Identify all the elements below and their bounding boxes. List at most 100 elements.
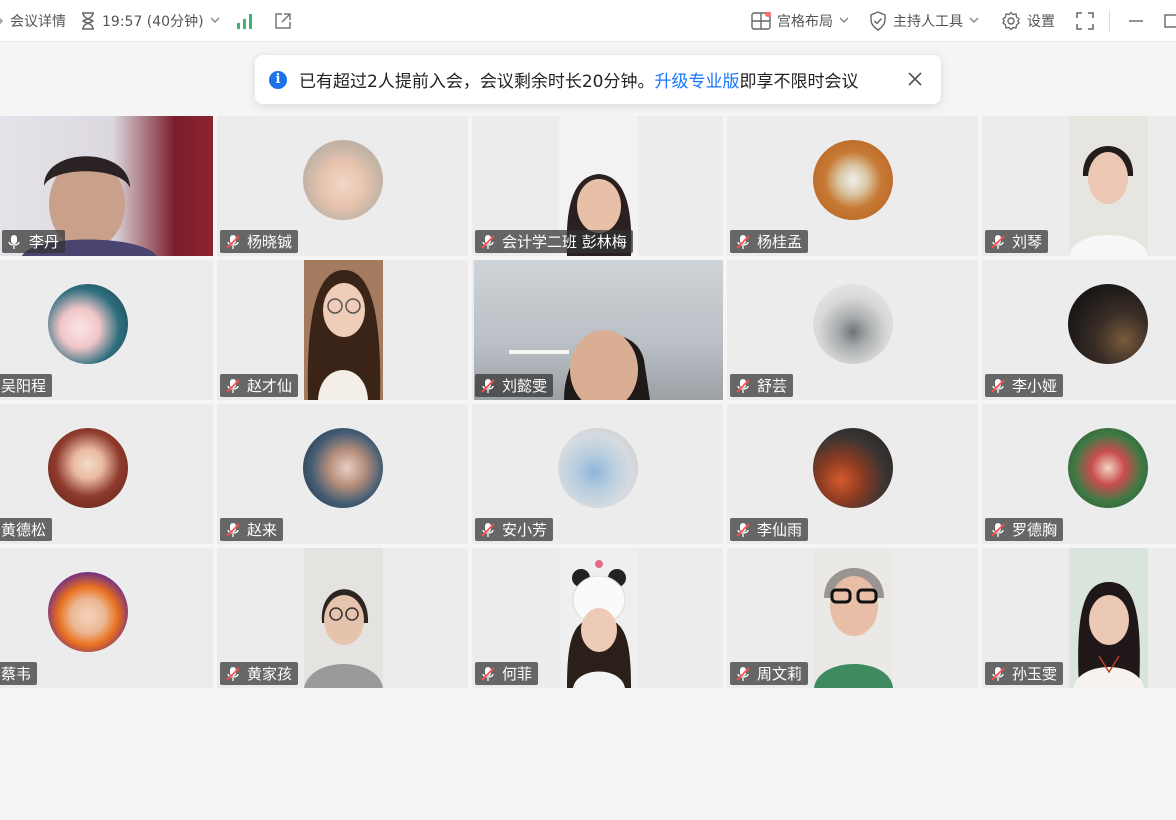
participant-tile[interactable]: 蔡韦 <box>0 548 213 688</box>
participant-avatar <box>813 428 893 508</box>
participant-name-tag: 蔡韦 <box>0 662 38 685</box>
participant-avatar <box>813 284 893 364</box>
close-notice-button[interactable] <box>905 69 925 89</box>
participant-avatar <box>48 428 128 508</box>
participant-name: 李仙雨 <box>757 521 803 539</box>
participant-tile[interactable]: 周文莉 <box>727 548 978 688</box>
participant-name-tag: 何菲 <box>475 662 539 685</box>
participant-name-tag: 李丹 <box>2 230 66 253</box>
muted-mic-icon <box>735 522 751 538</box>
host-tools-label: 主持人工具 <box>893 13 963 30</box>
participant-name-tag: 舒芸 <box>730 374 794 397</box>
muted-mic-icon <box>990 378 1006 394</box>
participant-video <box>814 548 893 688</box>
chevron-down-icon <box>210 14 220 27</box>
participant-tile[interactable]: 杨桂孟 <box>727 116 978 256</box>
participant-tile[interactable]: 安小芳 <box>472 404 723 544</box>
fullscreen-icon <box>1075 11 1095 31</box>
participant-name-tag: 刘琴 <box>985 230 1049 253</box>
timer-label: 19:57 (40分钟) <box>102 13 204 30</box>
participant-avatar <box>48 572 128 652</box>
muted-mic-icon <box>480 522 496 538</box>
shield-check-icon <box>869 10 887 31</box>
settings-label: 设置 <box>1027 13 1055 30</box>
participant-name: 孙玉雯 <box>1012 665 1058 683</box>
chevron-down-icon <box>839 14 849 27</box>
muted-mic-icon <box>990 666 1006 682</box>
share-meeting-button[interactable] <box>274 0 292 42</box>
meeting-details-button[interactable]: 会议详情 <box>0 0 66 42</box>
participant-name-tag: 周文莉 <box>730 662 809 685</box>
participant-name-tag: 李仙雨 <box>730 518 809 541</box>
participant-tile[interactable]: 黄德松 <box>0 404 213 544</box>
muted-mic-icon <box>480 378 496 394</box>
participant-tile[interactable]: 罗德胸 <box>982 404 1176 544</box>
participant-name: 杨晓铖 <box>247 233 293 251</box>
participant-name-tag: 刘懿雯 <box>475 374 554 397</box>
participant-avatar <box>558 428 638 508</box>
muted-mic-icon <box>735 378 751 394</box>
participant-tile[interactable]: 吴阳程 <box>0 260 213 400</box>
meeting-details-label: 会议详情 <box>10 13 66 30</box>
participant-tile[interactable]: 孙玉雯 <box>982 548 1176 688</box>
muted-mic-icon <box>480 666 496 682</box>
participant-tile[interactable]: 杨晓铖 <box>217 116 468 256</box>
notice-text: 已有超过2人提前入会，会议剩余时长20分钟。 <box>299 72 655 92</box>
notice-text-suffix: 即享不限时会议 <box>739 72 859 92</box>
external-link-icon <box>274 12 292 30</box>
microphone-icon <box>7 234 23 250</box>
participant-tile[interactable]: 李丹 <box>0 116 213 256</box>
participant-name: 吴阳程 <box>1 377 47 395</box>
close-icon <box>908 72 922 86</box>
participant-name-tag: 黄德松 <box>0 518 53 541</box>
participant-tile[interactable]: 李仙雨 <box>727 404 978 544</box>
participant-name: 罗德胸 <box>1012 521 1058 539</box>
host-tools-button[interactable]: 主持人工具 <box>869 0 979 42</box>
muted-mic-icon <box>735 666 751 682</box>
participant-tile[interactable]: 刘琴 <box>982 116 1176 256</box>
participant-name-tag: 会计学二班 彭林梅 <box>475 230 633 253</box>
participant-tile[interactable]: 黄家孩 <box>217 548 468 688</box>
signal-bars-icon <box>236 13 254 29</box>
maximize-icon <box>1164 13 1176 29</box>
participant-name: 杨桂孟 <box>757 233 803 251</box>
settings-button[interactable]: 设置 <box>1001 0 1055 42</box>
muted-mic-icon <box>990 234 1006 250</box>
participant-tile[interactable]: 李小娅 <box>982 260 1176 400</box>
participant-tile[interactable]: 赵来 <box>217 404 468 544</box>
info-icon: i <box>269 70 287 89</box>
upgrade-pro-link[interactable]: 升级专业版 <box>654 67 739 92</box>
top-toolbar: 会议详情 19:57 (40分钟) 宫格布局 主持人工具 设置 <box>0 0 1176 42</box>
fullscreen-button[interactable] <box>1075 0 1095 42</box>
participant-name: 刘琴 <box>1012 233 1043 251</box>
participant-avatar <box>813 140 893 220</box>
participant-name: 周文莉 <box>757 665 803 683</box>
participant-tile[interactable]: 刘懿雯 <box>472 260 723 400</box>
participant-tile[interactable]: 会计学二班 彭林梅 <box>472 116 723 256</box>
participant-tile[interactable]: 舒芸 <box>727 260 978 400</box>
muted-mic-icon <box>225 522 241 538</box>
participant-name: 赵才仙 <box>247 377 293 395</box>
participant-name-tag: 杨桂孟 <box>730 230 809 253</box>
timer-dropdown[interactable]: 19:57 (40分钟) <box>80 0 220 42</box>
participant-name: 赵来 <box>247 521 278 539</box>
minimize-window-button[interactable] <box>1128 0 1144 42</box>
maximize-window-button[interactable] <box>1164 0 1176 42</box>
participant-name: 安小芳 <box>502 521 548 539</box>
participant-name-tag: 赵来 <box>220 518 284 541</box>
muted-mic-icon <box>480 234 496 250</box>
participant-name: 黄家孩 <box>247 665 293 683</box>
muted-mic-icon <box>990 522 1006 538</box>
participant-video <box>559 548 638 688</box>
participant-tile[interactable]: 何菲 <box>472 548 723 688</box>
grid-layout-button[interactable]: 宫格布局 <box>751 0 849 42</box>
time-limit-notice: i 已有超过2人提前入会，会议剩余时长20分钟。 升级专业版 即享不限时会议 <box>255 55 941 104</box>
participant-name-tag: 罗德胸 <box>985 518 1064 541</box>
participant-name: 刘懿雯 <box>502 377 548 395</box>
participant-name-tag: 赵才仙 <box>220 374 299 397</box>
signal-strength[interactable] <box>236 0 254 42</box>
participant-tile[interactable]: 赵才仙 <box>217 260 468 400</box>
gear-icon <box>1001 11 1021 31</box>
participant-name: 黄德松 <box>1 521 47 539</box>
participant-video <box>1069 548 1148 688</box>
